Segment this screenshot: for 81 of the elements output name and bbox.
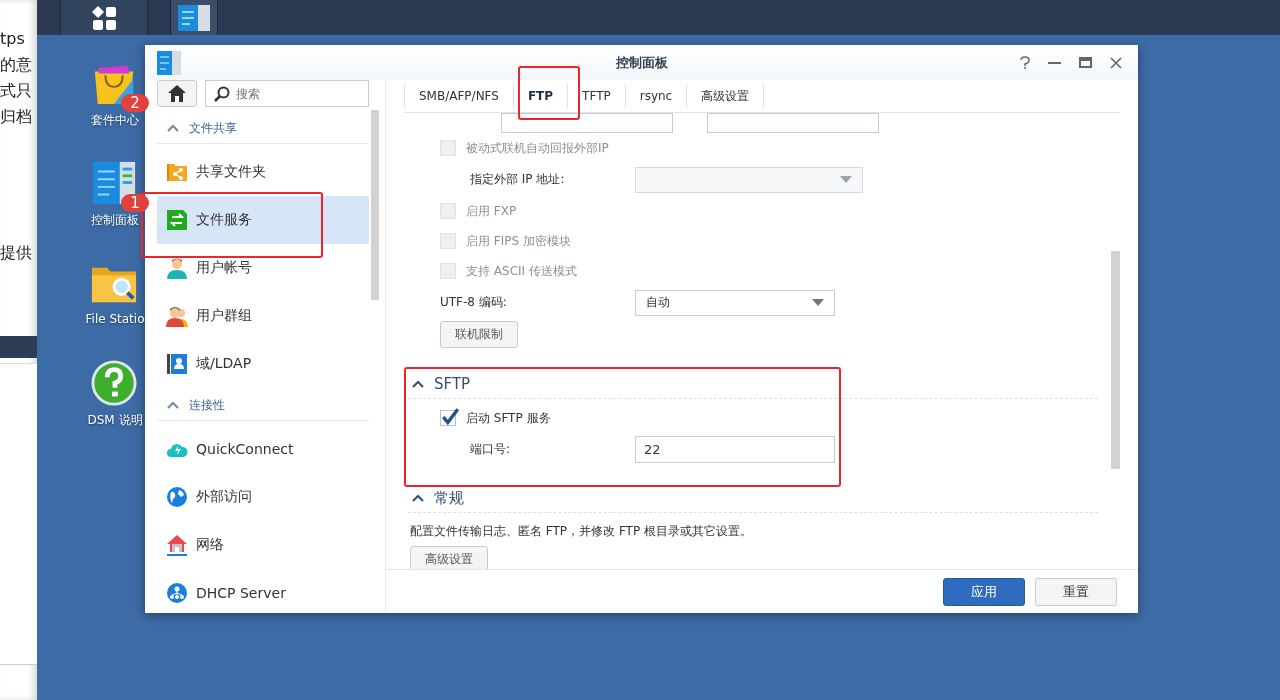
section-header[interactable]: 文件共享: [157, 113, 369, 144]
number-badge: 1: [121, 194, 149, 212]
desktop-icon-label[interactable]: DSM 说明: [87, 412, 143, 429]
house-network-icon: [166, 534, 188, 556]
checkbox-label: 支持 ASCII 传送模式: [466, 262, 577, 280]
sidebar-item[interactable]: 用户群组: [157, 292, 369, 340]
chevron-icon: [167, 401, 179, 409]
section-header[interactable]: 连接性: [157, 390, 369, 421]
close-icon[interactable]: [1110, 56, 1122, 69]
network-nodes-icon: [166, 582, 188, 604]
sidebar-item[interactable]: 用户帐号: [157, 244, 369, 292]
tab[interactable]: SMB/AFP/NFS: [404, 84, 513, 108]
tab[interactable]: rsync: [624, 84, 687, 108]
checkbox-label: 被动式联机自动回报外部IP: [466, 139, 609, 157]
page-bar: [0, 336, 37, 358]
number-badge: 2: [121, 94, 149, 112]
page-text: tps: [0, 28, 26, 50]
help-icon[interactable]: [1020, 56, 1030, 69]
field-label: 端口号:: [470, 441, 512, 458]
apps-menu-button[interactable]: [60, 0, 148, 35]
checkbox[interactable]: [440, 410, 456, 426]
field-label: 指定外部 IP 地址:: [470, 171, 566, 188]
user-icon: [166, 257, 188, 279]
page-text: 式只: [0, 80, 33, 102]
dropdown[interactable]: 自动: [635, 289, 835, 316]
shared-folder-icon: [166, 161, 188, 183]
settings-button[interactable]: 高级设置: [410, 546, 488, 569]
reset-button[interactable]: 重置: [1035, 577, 1117, 606]
control-panel-icon: [157, 50, 181, 75]
sidebar-item[interactable]: DHCP Server: [157, 569, 369, 613]
tab[interactable]: 高级设置: [686, 84, 765, 108]
checkbox-label: 启用 FXP: [466, 202, 517, 220]
file-transfer-icon: [166, 209, 188, 231]
window-title: 控制面板: [614, 53, 669, 72]
desktop-icon-label[interactable]: 控制面板: [91, 212, 139, 229]
scrollbar[interactable]: [1111, 251, 1120, 469]
sidebar-item[interactable]: 外部访问: [157, 473, 369, 521]
tab[interactable]: FTP: [512, 84, 568, 108]
scrollbar[interactable]: [371, 110, 379, 300]
field-label: UTF-8 编码:: [440, 294, 508, 311]
chevron-icon: [412, 380, 424, 388]
id-card-icon: [166, 353, 188, 375]
sidebar-item[interactable]: 共享文件夹: [157, 148, 369, 196]
globe-icon: [166, 486, 188, 508]
desktop-icon-label[interactable]: 套件中心: [91, 112, 139, 129]
port-field[interactable]: 22: [635, 436, 835, 463]
text-field[interactable]: [707, 113, 879, 133]
chevron-icon: [412, 494, 424, 502]
search-field[interactable]: 搜索: [205, 80, 369, 107]
apps-grid-icon: [92, 5, 116, 30]
apply-button[interactable]: 应用: [943, 577, 1025, 606]
highlight-frame: [518, 66, 580, 120]
taskbar-app-button[interactable]: [170, 0, 218, 35]
text-field[interactable]: [501, 113, 673, 133]
minimize-icon[interactable]: [1048, 61, 1061, 64]
checkbox-label: 启动 SFTP 服务: [466, 409, 551, 427]
sidebar-item[interactable]: 网络: [157, 521, 369, 569]
page-text: 的意: [0, 54, 33, 76]
sidebar-item[interactable]: 文件服务: [157, 196, 369, 244]
settings-button[interactable]: 联机限制: [440, 321, 518, 348]
section-header[interactable]: SFTP: [408, 370, 1098, 399]
search-icon: [214, 86, 230, 102]
desktop-icon-label[interactable]: File Statio: [85, 312, 145, 326]
checkbox-label: 启用 FIPS 加密模块: [466, 232, 571, 250]
sidebar-item[interactable]: 域/LDAP: [157, 340, 369, 388]
tab[interactable]: TFTP: [567, 84, 625, 108]
section-header[interactable]: 常规: [408, 484, 1098, 513]
maximize-icon[interactable]: [1079, 57, 1092, 68]
home-button[interactable]: [157, 80, 197, 107]
control-panel-icon: [91, 160, 137, 206]
control-panel-icon: [178, 4, 210, 31]
description-text: 配置文件传输日志、匿名 FTP，并修改 FTP 根目录或其它设置。: [410, 523, 753, 540]
caret-icon: [812, 299, 824, 306]
help-icon: [91, 360, 137, 406]
caret-icon: [840, 176, 852, 183]
home-icon: [168, 85, 186, 102]
user-group-icon: [166, 305, 188, 327]
page-text: 归档: [0, 106, 33, 128]
sidebar-item[interactable]: QuickConnect: [157, 425, 369, 473]
page-text: 提供: [0, 242, 33, 264]
chevron-icon: [167, 124, 179, 132]
